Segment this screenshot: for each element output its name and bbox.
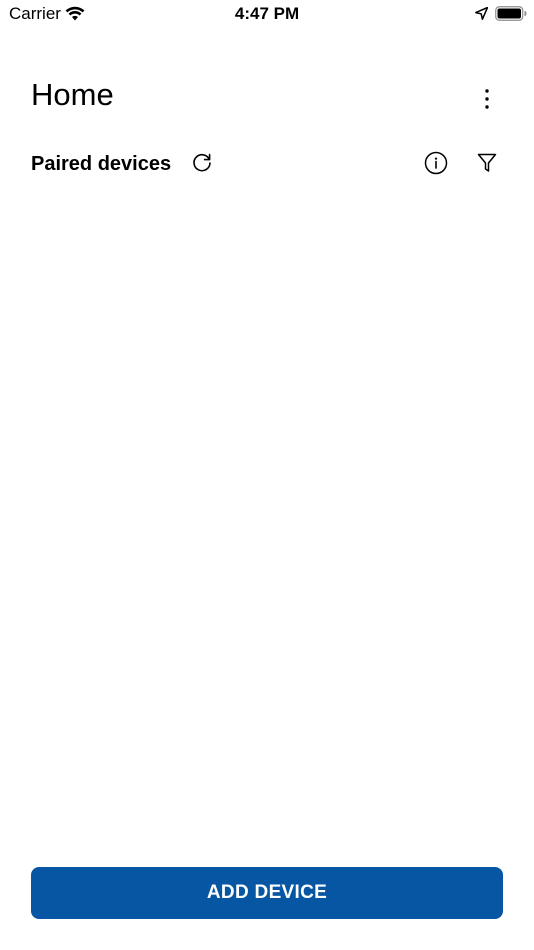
location-arrow-icon — [475, 7, 488, 20]
refresh-button[interactable] — [188, 149, 216, 177]
paired-devices-header: Paired devices — [0, 148, 534, 180]
info-button[interactable] — [422, 149, 450, 177]
more-vertical-icon — [485, 89, 489, 109]
add-device-button[interactable]: ADD DEVICE — [31, 867, 503, 919]
filter-icon — [477, 153, 497, 172]
status-bar: Carrier 4:47 PM — [0, 0, 534, 28]
paired-devices-list — [0, 195, 534, 845]
refresh-icon — [193, 153, 211, 172]
home-screen: Carrier 4:47 PM Home Paired devices ADD … — [0, 0, 534, 950]
filter-button[interactable] — [473, 149, 501, 177]
section-title: Paired devices — [31, 153, 172, 175]
status-time: 4:47 PM — [234, 4, 300, 23]
info-icon — [424, 151, 448, 175]
battery-icon — [495, 6, 527, 21]
more-options-button[interactable] — [474, 86, 500, 112]
page-title: Home — [31, 77, 114, 112]
